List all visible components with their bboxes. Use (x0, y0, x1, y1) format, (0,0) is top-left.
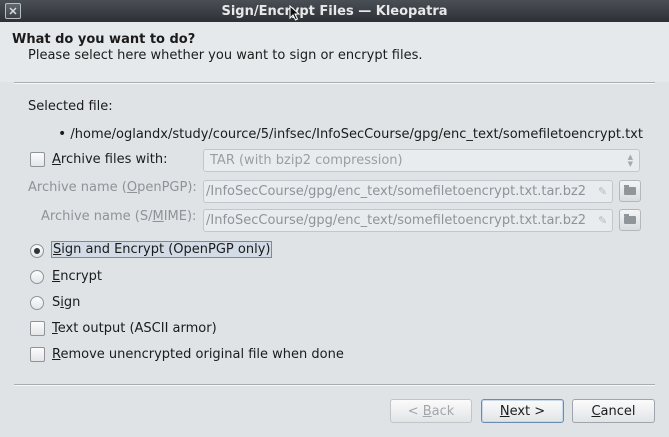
archive-format-select[interactable]: TAR (with bzip2 compression) ▲ ▼ (203, 149, 640, 172)
spin-arrows-icon: ▲ ▼ (627, 153, 633, 168)
remove-original-checkbox[interactable] (30, 347, 45, 362)
label-text: gn (63, 295, 81, 310)
mouse-cursor-icon (289, 5, 301, 21)
page-subtitle: Please select here whether you want to s… (28, 48, 423, 63)
mnemonic: E (52, 269, 61, 284)
mnemonic: N (499, 403, 510, 419)
label-text: Archive name ( (28, 180, 127, 195)
selected-file-item: • /home/oglandx/study/cource/5/infsec/In… (58, 126, 643, 142)
field-value: /InfoSecCourse/gpg/enc_text/somefiletoen… (206, 184, 587, 199)
archive-name-smime-input[interactable]: /InfoSecCourse/gpg/enc_text/somefiletoen… (203, 209, 613, 232)
mnemonic: B (422, 403, 432, 419)
browse-openpgp-button[interactable] (619, 180, 641, 202)
label-text: emove unencrypted original file when don… (60, 347, 344, 362)
label-text: ncrypt (60, 269, 102, 284)
list-bullet: • (58, 126, 67, 142)
label-text: < (407, 403, 423, 419)
clear-icon[interactable]: ✎ (598, 185, 608, 198)
archive-format-value: TAR (with bzip2 compression) (210, 153, 403, 168)
text-output-checkbox[interactable] (30, 321, 45, 336)
label-text: ext > (509, 403, 546, 419)
encrypt-radio[interactable] (30, 270, 44, 284)
archive-checkbox-label[interactable]: Archive files with: (52, 152, 167, 167)
clear-icon[interactable]: ✎ (598, 214, 608, 227)
label-text: ign and Encrypt (OpenPGP only) (61, 242, 271, 257)
label-text: ack (431, 403, 455, 419)
label-text: ancel (600, 403, 636, 419)
remove-original-label[interactable]: Remove unencrypted original file when do… (52, 347, 344, 362)
field-value: /InfoSecCourse/gpg/enc_text/somefiletoen… (206, 213, 587, 228)
folder-icon (624, 214, 636, 224)
archive-name-openpgp-label: Archive name (OpenPGP): (28, 180, 197, 195)
text-output-label[interactable]: Text output (ASCII armor) (52, 321, 217, 336)
selected-file-label: Selected file: (28, 99, 113, 114)
label-text: ext output (ASCII armor) (57, 321, 217, 336)
header-divider (14, 82, 655, 84)
label-text: IME): (163, 209, 197, 224)
window-title: Sign/Encrypt Files — Kleopatra (221, 3, 448, 19)
encrypt-label[interactable]: Encrypt (52, 269, 102, 284)
cancel-button[interactable]: Cancel (572, 399, 655, 423)
sign-label[interactable]: Sign (52, 295, 80, 310)
selected-file-path: /home/oglandx/study/cource/5/infsec/Info… (70, 127, 643, 142)
footer-divider (14, 384, 655, 386)
folder-icon (624, 185, 636, 195)
sign-and-encrypt-radio[interactable] (30, 244, 44, 258)
sign-radio[interactable] (30, 296, 44, 310)
sign-and-encrypt-label[interactable]: Sign and Encrypt (OpenPGP only) (51, 241, 273, 258)
back-button[interactable]: < Back (390, 399, 472, 423)
mnemonic: A (52, 152, 61, 167)
mnemonic: C (591, 403, 601, 419)
focused-label: Sign and Encrypt (OpenPGP only) (51, 241, 273, 258)
archive-checkbox[interactable] (30, 152, 45, 167)
browse-smime-button[interactable] (619, 209, 641, 231)
page-title: What do you want to do? (12, 32, 196, 47)
label-text: Archive name (S/ (41, 209, 153, 224)
archive-name-smime-label: Archive name (S/MIME): (41, 209, 196, 224)
title-bar[interactable]: Sign/Encrypt Files — Kleopatra (0, 0, 669, 22)
label-text: penPGP): (137, 180, 197, 195)
wizard-header: What do you want to do? Please select he… (0, 22, 669, 82)
mnemonic: M (152, 209, 164, 224)
mnemonic: O (126, 180, 138, 195)
next-button[interactable]: Next > (481, 399, 564, 423)
window-menu-icon[interactable] (5, 3, 21, 19)
label-text: rchive files with: (60, 152, 168, 167)
archive-name-openpgp-input[interactable]: /InfoSecCourse/gpg/enc_text/somefiletoen… (203, 180, 613, 203)
